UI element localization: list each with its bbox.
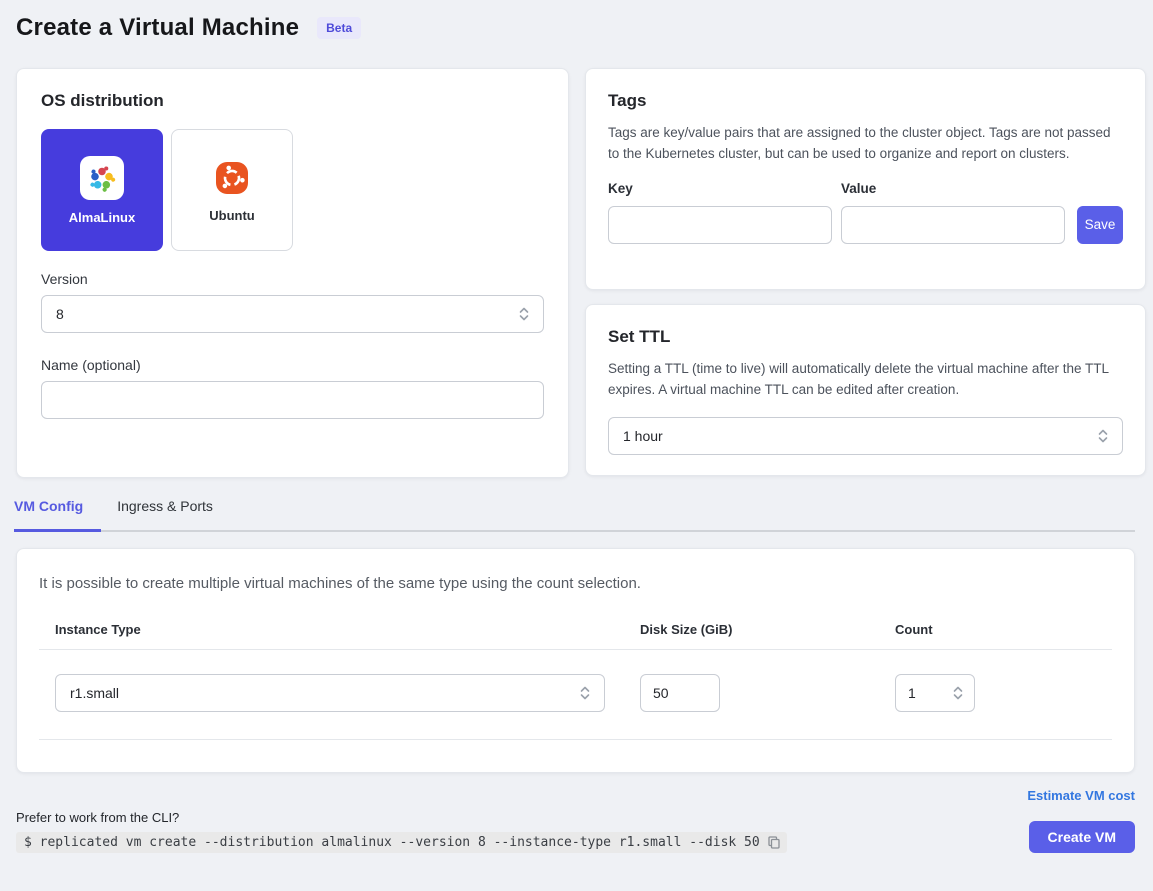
cli-command-text: $ replicated vm create --distribution al… (24, 835, 760, 850)
count-stepper[interactable]: 1 (895, 674, 975, 712)
tab-vm-config[interactable]: VM Config (14, 498, 101, 532)
almalinux-logo-icon (80, 156, 124, 200)
tags-card: Tags Tags are key/value pairs that are a… (585, 68, 1146, 290)
chevron-updown-icon (1096, 428, 1110, 444)
estimate-vm-cost-link[interactable]: Estimate VM cost (1027, 788, 1135, 803)
tag-value-label: Value (841, 181, 1065, 196)
cli-section: Prefer to work from the CLI? $ replicate… (16, 810, 787, 853)
tags-card-description: Tags are key/value pairs that are assign… (608, 123, 1123, 165)
count-value: 1 (908, 685, 916, 701)
disk-size-cell (640, 674, 895, 712)
instance-type-cell: r1.small (55, 674, 640, 712)
top-section: OS distribution (16, 68, 1135, 478)
tags-form: Key Value Save (608, 181, 1123, 244)
version-label: Version (41, 271, 544, 287)
beta-badge: Beta (317, 17, 361, 39)
right-column: Tags Tags are key/value pairs that are a… (585, 68, 1146, 478)
tags-card-title: Tags (608, 91, 1123, 111)
count-cell: 1 (895, 674, 1112, 712)
column-header-disk-size: Disk Size (GiB) (640, 622, 895, 637)
table-divider (39, 739, 1112, 740)
vm-table-header: Instance Type Disk Size (GiB) Count (39, 622, 1112, 649)
chevron-updown-icon (578, 685, 592, 701)
name-label: Name (optional) (41, 357, 544, 373)
instance-type-select[interactable]: r1.small (55, 674, 605, 712)
distribution-tile-almalinux[interactable]: AlmaLinux (41, 129, 163, 251)
cli-prompt-label: Prefer to work from the CLI? (16, 810, 787, 825)
page-header: Create a Virtual Machine Beta (16, 14, 1135, 42)
chevron-updown-icon (951, 685, 965, 701)
name-input[interactable] (41, 381, 544, 419)
vm-config-note: It is possible to create multiple virtua… (39, 575, 1112, 592)
tile-label-ubuntu: Ubuntu (209, 208, 254, 223)
distribution-tile-ubuntu[interactable]: Ubuntu (171, 129, 293, 251)
chevron-updown-icon (517, 306, 531, 322)
ttl-card-title: Set TTL (608, 327, 1123, 347)
ubuntu-logo-icon (212, 158, 252, 198)
version-select-value: 8 (56, 306, 64, 322)
vm-table-row: r1.small 1 (39, 650, 1112, 739)
tile-label-almalinux: AlmaLinux (69, 210, 135, 225)
ttl-card-description: Setting a TTL (time to live) will automa… (608, 359, 1123, 401)
page-title: Create a Virtual Machine (16, 14, 299, 42)
estimate-row: Estimate VM cost (16, 787, 1135, 805)
cli-command-block: $ replicated vm create --distribution al… (16, 832, 787, 853)
distribution-tiles: AlmaLinux (41, 129, 544, 251)
ttl-select-value: 1 hour (623, 428, 663, 444)
tag-key-label: Key (608, 181, 832, 196)
column-header-instance-type: Instance Type (55, 622, 640, 637)
tag-value-field: Value (841, 181, 1065, 244)
ttl-select[interactable]: 1 hour (608, 417, 1123, 455)
tag-key-field: Key (608, 181, 832, 244)
copy-icon[interactable] (767, 835, 781, 850)
tag-key-input[interactable] (608, 206, 832, 244)
os-distribution-card: OS distribution (16, 68, 569, 478)
set-ttl-card: Set TTL Setting a TTL (time to live) wil… (585, 304, 1146, 476)
tab-bar: VM Config Ingress & Ports (16, 498, 1135, 532)
vm-config-card: It is possible to create multiple virtua… (16, 548, 1135, 773)
create-vm-page: Create a Virtual Machine Beta OS distrib… (0, 0, 1153, 853)
create-vm-button[interactable]: Create VM (1029, 821, 1135, 853)
disk-size-input[interactable] (640, 674, 720, 712)
tag-value-input[interactable] (841, 206, 1065, 244)
instance-type-value: r1.small (70, 685, 119, 701)
column-header-count: Count (895, 622, 1112, 637)
os-card-title: OS distribution (41, 91, 544, 111)
footer-row: Prefer to work from the CLI? $ replicate… (16, 810, 1135, 853)
tab-ingress-ports[interactable]: Ingress & Ports (101, 498, 229, 530)
save-tag-button[interactable]: Save (1077, 206, 1123, 244)
version-select[interactable]: 8 (41, 295, 544, 333)
